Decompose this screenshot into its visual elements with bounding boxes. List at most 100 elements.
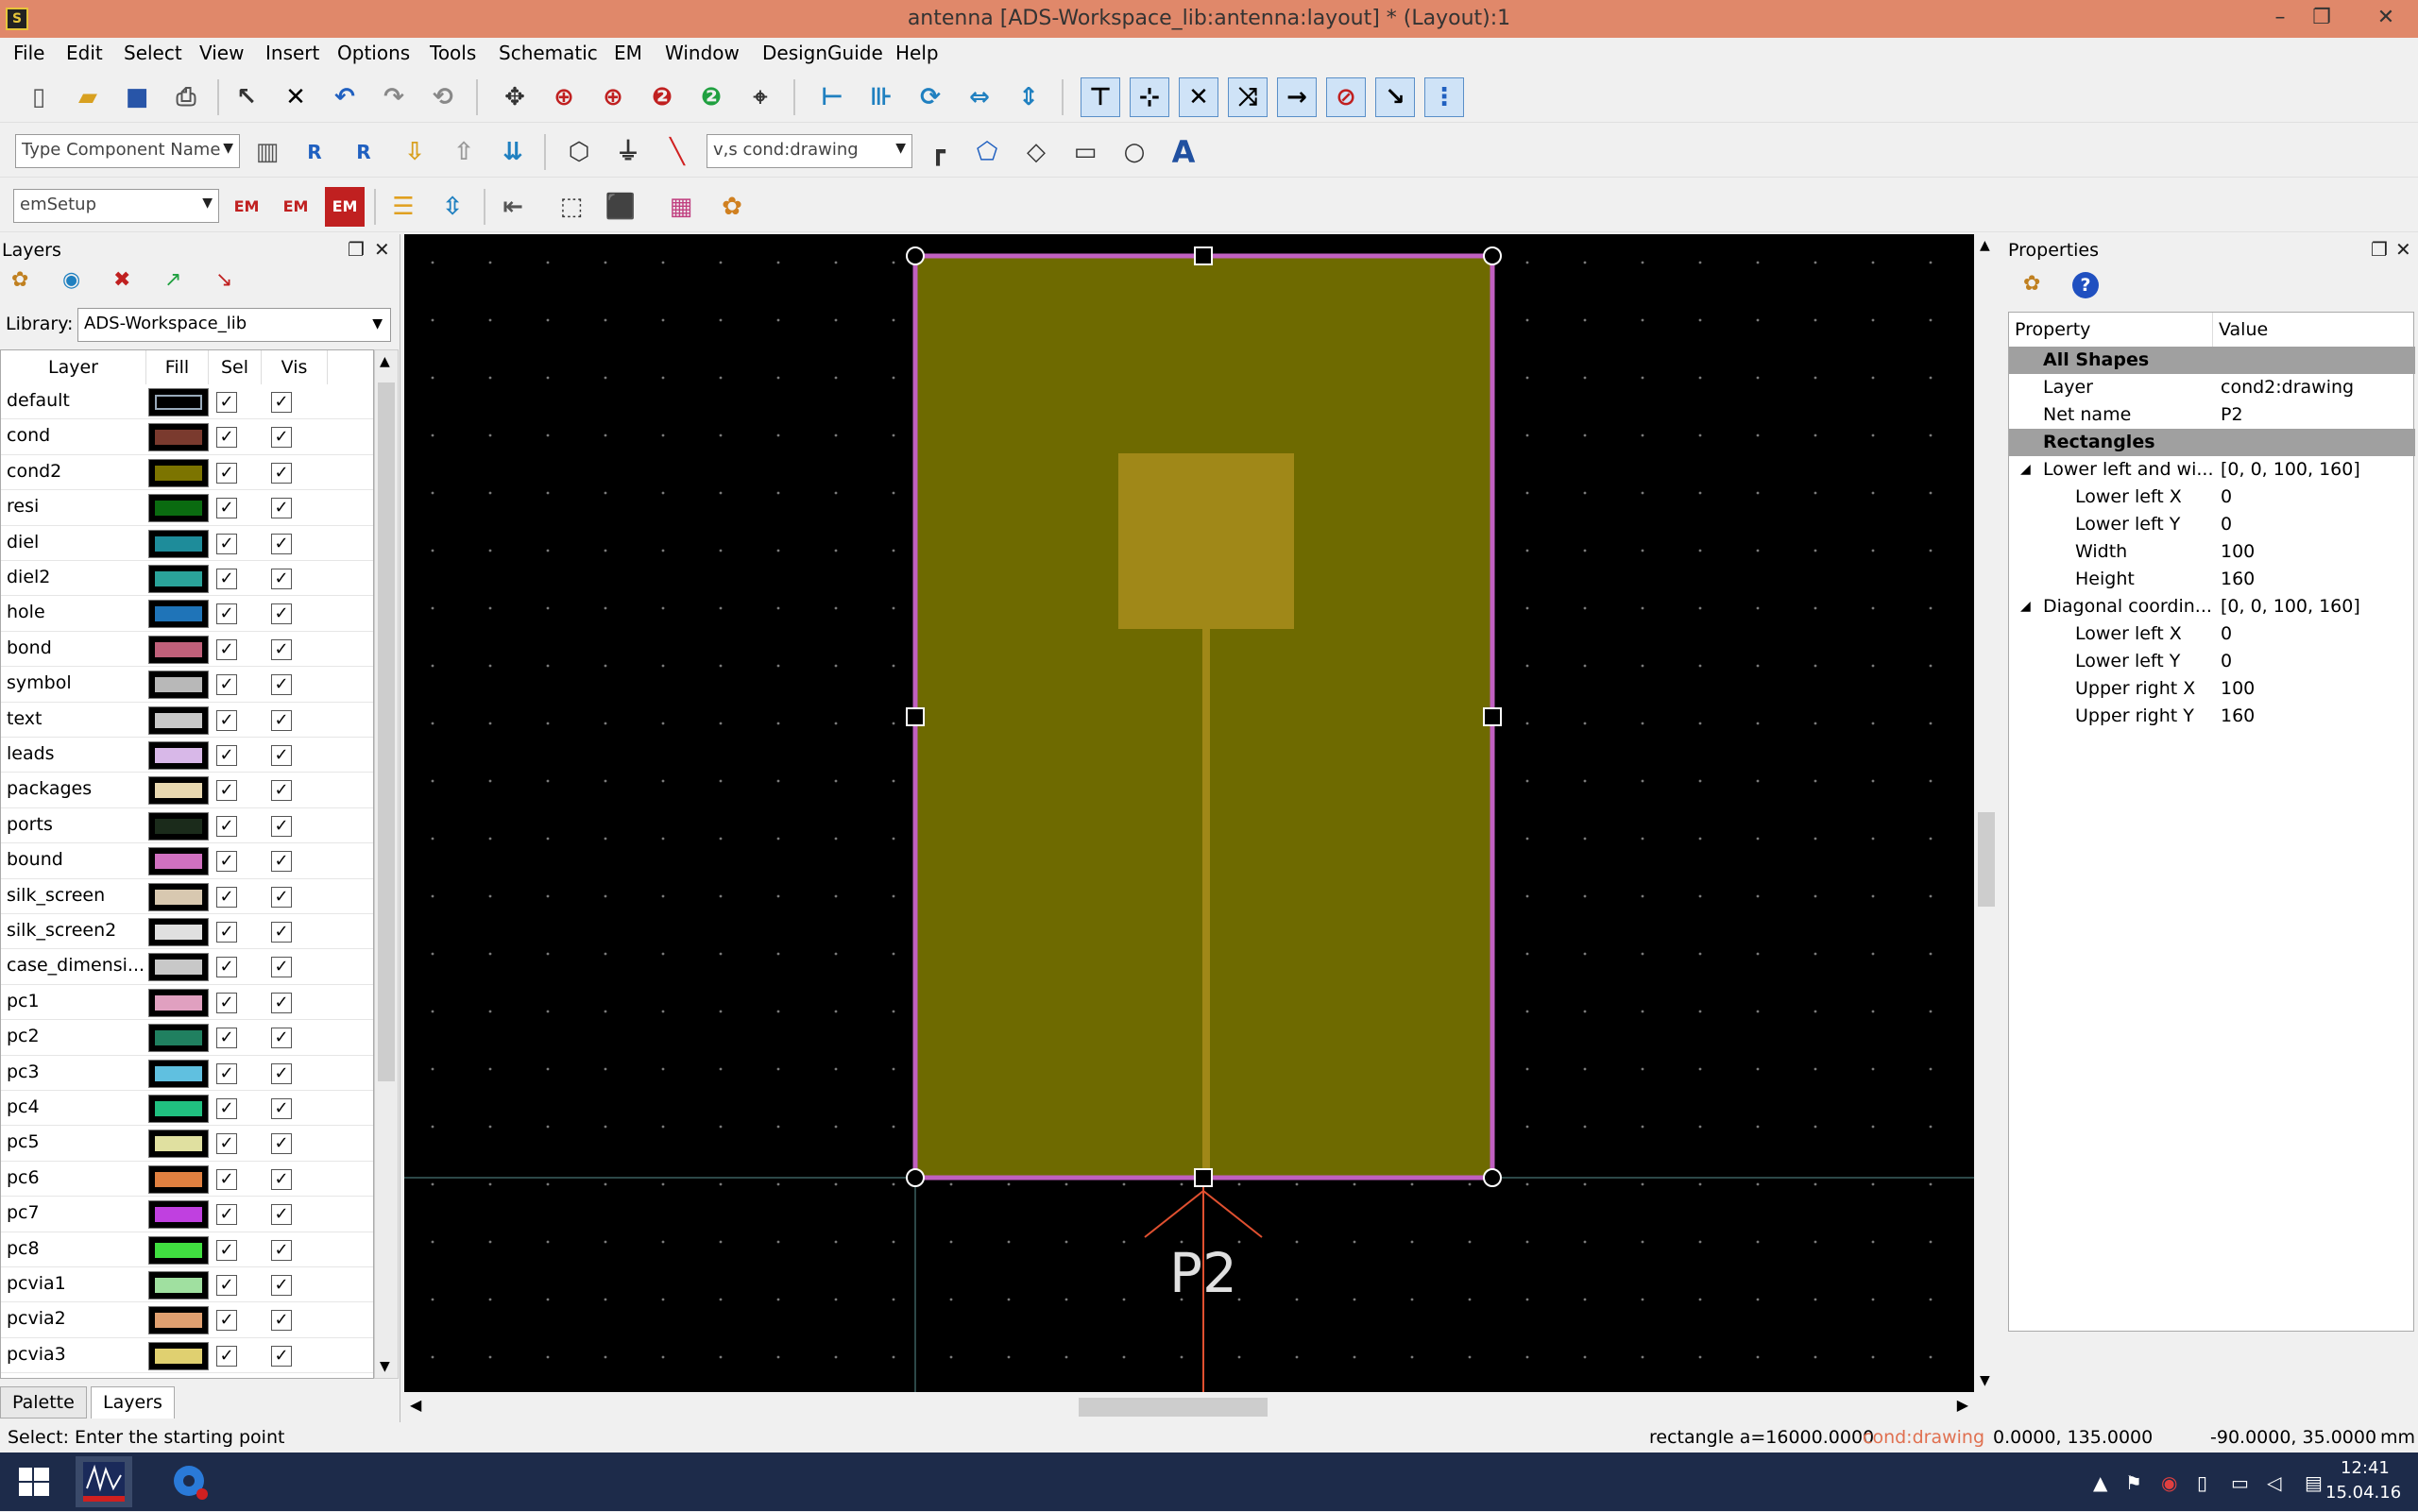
insert-up-icon[interactable]: ⇧ (444, 132, 484, 172)
layer-row[interactable]: pc2 ✓ ✓ (1, 1020, 373, 1056)
snap-center-icon[interactable]: ⊘ (1326, 77, 1366, 117)
menu-file[interactable]: File (13, 42, 44, 64)
layer-fill-swatch[interactable] (148, 529, 209, 558)
property-row[interactable]: Lower left X 0 (2009, 484, 2415, 511)
menu-designguide[interactable]: DesignGuide (762, 42, 883, 64)
layer-fill-swatch[interactable] (148, 741, 209, 770)
layer-row[interactable]: silk_screen2 ✓ ✓ (1, 914, 373, 950)
scroll-thumb[interactable] (378, 382, 395, 1081)
layer-row[interactable]: cond ✓ ✓ (1, 419, 373, 455)
layer-row[interactable]: pc8 ✓ ✓ (1, 1232, 373, 1267)
circle-icon[interactable]: ○ (1115, 132, 1154, 172)
trace-icon[interactable]: ╲ (657, 132, 697, 172)
library-select[interactable]: ADS-Workspace_lib ▼ (77, 308, 391, 342)
layer-sel-checkbox[interactable]: ✓ (216, 1098, 237, 1119)
property-value[interactable]: 160 (2221, 703, 2255, 730)
tab-layers[interactable]: Layers (91, 1386, 175, 1419)
layer-row[interactable]: bound ✓ ✓ (1, 843, 373, 879)
layer-vis-checkbox[interactable]: ✓ (271, 886, 292, 908)
property-row[interactable]: Upper right Y 160 (2009, 703, 2415, 730)
layer-sel-checkbox[interactable]: ✓ (216, 709, 237, 731)
handle-left-mid[interactable] (906, 707, 925, 726)
layer-sel-checkbox[interactable]: ✓ (216, 1345, 237, 1367)
layer-sel-checkbox[interactable]: ✓ (216, 533, 237, 554)
color-palette-icon[interactable]: ▦ (661, 187, 701, 227)
rotate-icon[interactable]: ⟳ (911, 77, 950, 117)
close-button[interactable]: ✕ (2354, 0, 2418, 38)
column-value[interactable]: Value (2213, 313, 2415, 347)
menu-select[interactable]: Select (124, 42, 182, 64)
layer-sel-checkbox[interactable]: ✓ (216, 603, 237, 625)
property-value[interactable]: [0, 0, 100, 160] (2221, 456, 2360, 484)
layer-sel-checkbox[interactable]: ✓ (216, 1239, 237, 1261)
layer-fill-swatch[interactable] (148, 847, 209, 876)
show-all-icon[interactable]: ◉ (62, 268, 80, 292)
snap-edge-icon[interactable]: ⤨ (1228, 77, 1268, 117)
zoom-area-icon[interactable]: ⊕ (544, 77, 584, 117)
layer-row[interactable]: pc7 ✓ ✓ (1, 1197, 373, 1232)
layer-vis-checkbox[interactable]: ✓ (271, 392, 292, 413)
snap-midpoint-icon[interactable]: ⊹ (1130, 77, 1169, 117)
layer-vis-checkbox[interactable]: ✓ (271, 1168, 292, 1190)
scroll-left-icon[interactable]: ◀ (410, 1396, 421, 1414)
float-panel-icon[interactable]: ❐ (2371, 238, 2388, 261)
scroll-up-icon[interactable]: ▲ (1980, 238, 1990, 253)
property-row[interactable]: Lower left Y 0 (2009, 648, 2415, 675)
restore-button[interactable]: ❐ (2290, 0, 2354, 38)
layer-fill-swatch[interactable] (148, 565, 209, 593)
scroll-thumb[interactable] (1978, 812, 1995, 907)
component-history-icon[interactable]: R (295, 132, 334, 172)
em-simulate-icon[interactable]: EM (227, 187, 266, 227)
layer-row[interactable]: leads ✓ ✓ (1, 738, 373, 773)
property-value[interactable]: cond2:drawing (2221, 374, 2354, 401)
tab-palette[interactable]: Palette (0, 1386, 87, 1419)
layer-sel-checkbox[interactable]: ✓ (216, 886, 237, 908)
polyline-icon[interactable]: ◇ (1016, 132, 1056, 172)
handle-right-mid[interactable] (1483, 707, 1502, 726)
handle-top-right[interactable] (1483, 246, 1502, 265)
layer-row[interactable]: text ✓ ✓ (1, 703, 373, 738)
layer-vis-checkbox[interactable]: ✓ (271, 815, 292, 837)
scroll-down-icon[interactable]: ▼ (1980, 1373, 1990, 1388)
layer-row[interactable]: bond ✓ ✓ (1, 632, 373, 668)
layout-drawing[interactable]: P2 (404, 234, 1974, 1392)
network-icon[interactable]: ▭ (2231, 1471, 2249, 1494)
ground-icon[interactable]: ⏚ (608, 132, 648, 172)
layer-fill-swatch[interactable] (148, 1164, 209, 1194)
layer-sel-checkbox[interactable]: ✓ (216, 427, 237, 449)
layer-row[interactable]: case_dimensi... ✓ ✓ (1, 949, 373, 985)
layer-sel-checkbox[interactable]: ✓ (216, 815, 237, 837)
layer-row[interactable]: pc3 ✓ ✓ (1, 1056, 373, 1091)
hide-all-icon[interactable]: ✖ (113, 268, 130, 292)
property-value[interactable]: 0 (2221, 511, 2232, 538)
property-row[interactable]: Lower left and wi... ◢ [0, 0, 100, 160] (2009, 456, 2415, 484)
layer-vis-checkbox[interactable]: ✓ (271, 674, 292, 696)
snap-grid-icon[interactable]: ⋮ (1424, 77, 1464, 117)
layer-fill-swatch[interactable] (148, 1059, 209, 1088)
layer-vis-checkbox[interactable]: ✓ (271, 922, 292, 943)
port-editor-icon[interactable]: ⇳ (433, 187, 472, 227)
ads-settings-task-icon[interactable] (161, 1456, 217, 1507)
property-value[interactable]: 100 (2221, 675, 2255, 703)
align-center-icon[interactable]: ⊪ (861, 77, 901, 117)
layer-row[interactable]: pc1 ✓ ✓ (1, 985, 373, 1021)
property-value[interactable]: 0 (2221, 620, 2232, 648)
layer-vis-checkbox[interactable]: ✓ (271, 462, 292, 484)
layer-sel-checkbox[interactable]: ✓ (216, 1310, 237, 1332)
handle-bottom-left[interactable] (906, 1168, 925, 1187)
scroll-right-icon[interactable]: ▶ (1957, 1396, 1968, 1414)
property-row[interactable]: Diagonal coordin... ◢ [0, 0, 100, 160] (2009, 593, 2415, 620)
layer-sel-checkbox[interactable]: ✓ (216, 851, 237, 873)
layer-vis-checkbox[interactable]: ✓ (271, 638, 292, 660)
close-panel-icon[interactable]: ✕ (374, 238, 390, 261)
property-value[interactable]: 0 (2221, 484, 2232, 511)
property-value[interactable]: P2 (2221, 401, 2243, 429)
layer-sel-checkbox[interactable]: ✓ (216, 392, 237, 413)
layer-vis-checkbox[interactable]: ✓ (271, 1204, 292, 1226)
zoom-in-2x-icon[interactable]: ❷ (642, 77, 682, 117)
layer-select[interactable]: v,s cond:drawing ▼ (707, 134, 912, 168)
scroll-down-icon[interactable]: ▼ (380, 1359, 390, 1374)
pan-icon[interactable]: ✥ (495, 77, 535, 117)
layer-sel-checkbox[interactable]: ✓ (216, 922, 237, 943)
property-group[interactable]: All Shapes (2009, 347, 2415, 374)
